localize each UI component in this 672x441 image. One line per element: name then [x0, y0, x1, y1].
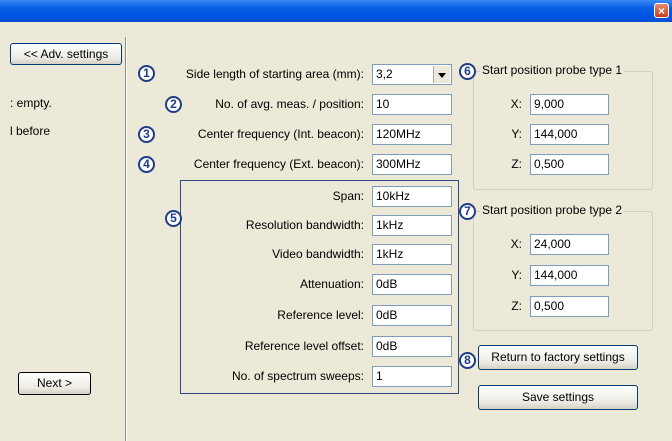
center-freq-int-label: Center frequency (Int. beacon): — [197, 127, 364, 141]
center-freq-ext-label: Center frequency (Ext. beacon): — [193, 157, 364, 171]
span-label: Span: — [332, 189, 364, 203]
attenuation-input[interactable]: 0dB — [372, 274, 452, 295]
probe1-x-input[interactable]: 9,000 — [530, 94, 609, 115]
badge-5: 5 — [165, 210, 182, 227]
probe1-y-input[interactable]: 144,000 — [530, 124, 609, 145]
attenuation-label: Attenuation: — [299, 277, 364, 291]
side-length-label: Side length of starting area (mm): — [185, 67, 364, 81]
spectrum-sweeps-input[interactable]: 1 — [372, 366, 452, 387]
next-button[interactable]: Next > — [18, 372, 91, 395]
close-icon[interactable]: × — [654, 3, 669, 18]
video-bandwidth-label: Video bandwidth: — [272, 247, 364, 261]
badge-6: 6 — [459, 63, 476, 80]
adv-settings-button[interactable]: << Adv. settings — [10, 43, 122, 65]
chevron-down-icon[interactable] — [433, 66, 450, 83]
resolution-bandwidth-input[interactable]: 1kHz — [372, 215, 452, 236]
probe2-y-label: Y: — [511, 268, 522, 282]
badge-4: 4 — [138, 156, 155, 173]
video-bandwidth-input[interactable]: 1kHz — [372, 244, 452, 265]
spectrum-sweeps-label: No. of spectrum sweeps: — [231, 369, 364, 383]
side-length-combo[interactable]: 3,2 — [372, 64, 452, 85]
badge-1: 1 — [138, 65, 155, 82]
badge-8: 8 — [459, 352, 476, 369]
reference-level-offset-label: Reference level offset: — [244, 339, 364, 353]
save-settings-button[interactable]: Save settings — [478, 385, 638, 410]
badge-2: 2 — [165, 96, 182, 113]
badge-7: 7 — [459, 203, 476, 220]
probe2-z-input[interactable]: 0,500 — [530, 296, 609, 317]
left-panel-text-before: l before — [10, 124, 51, 138]
title-bar: × — [0, 0, 672, 22]
reference-level-offset-input[interactable]: 0dB — [372, 336, 452, 357]
badge-3: 3 — [138, 126, 155, 143]
probe1-z-label: Z: — [511, 157, 522, 171]
left-panel-text-empty: : empty. — [10, 96, 52, 110]
probe2-z-label: Z: — [511, 299, 522, 313]
reference-level-input[interactable]: 0dB — [372, 305, 452, 326]
probe1-z-input[interactable]: 0,500 — [530, 154, 609, 175]
resolution-bandwidth-label: Resolution bandwidth: — [245, 218, 364, 232]
probe2-title: Start position probe type 2 — [480, 203, 625, 217]
center-freq-ext-input[interactable]: 300MHz — [372, 154, 452, 175]
probe2-x-input[interactable]: 24,000 — [530, 234, 609, 255]
probe1-x-label: X: — [510, 97, 522, 111]
probe1-y-label: Y: — [511, 127, 522, 141]
reference-level-label: Reference level: — [277, 308, 364, 322]
probe2-x-label: X: — [510, 237, 522, 251]
probe1-title: Start position probe type 1 — [480, 63, 625, 77]
probe2-y-input[interactable]: 144,000 — [530, 265, 609, 286]
side-length-value: 3,2 — [376, 67, 393, 81]
span-input[interactable]: 10kHz — [372, 186, 452, 207]
return-to-factory-settings-button[interactable]: Return to factory settings — [478, 345, 638, 370]
center-freq-int-input[interactable]: 120MHz — [372, 124, 452, 145]
avg-meas-label: No. of avg. meas. / position: — [215, 97, 364, 111]
avg-meas-input[interactable]: 10 — [372, 94, 452, 115]
